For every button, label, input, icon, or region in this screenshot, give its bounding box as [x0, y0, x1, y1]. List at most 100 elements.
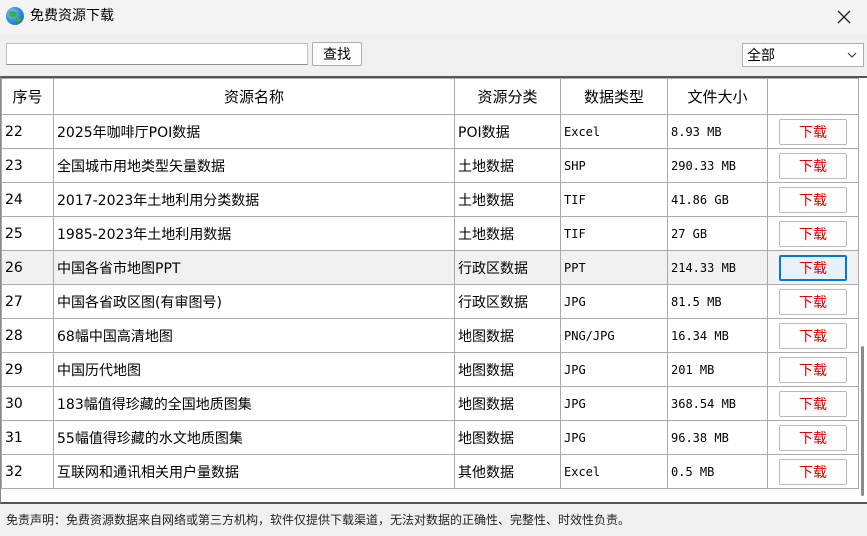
table-row[interactable]: 30 183幅值得珍藏的全国地质图集 地图数据 JPG 368.54 MB 下载	[1, 386, 859, 421]
cell-index: 28	[1, 318, 54, 353]
cell-data-type: TIF	[560, 182, 668, 217]
cell-name: 中国各省市地图PPT	[53, 250, 455, 285]
cell-category: 地图数据	[454, 318, 561, 353]
cell-index: 32	[1, 454, 54, 489]
header-data-type[interactable]: 数据类型	[560, 78, 668, 115]
cell-category: 土地数据	[454, 148, 561, 183]
cell-name: 183幅值得珍藏的全国地质图集	[53, 386, 455, 421]
table-row[interactable]: 27 中国各省政区图(有审图号) 行政区数据 JPG 81.5 MB 下载	[1, 284, 859, 319]
cell-action: 下载	[767, 148, 859, 183]
scrollbar-thumb[interactable]	[861, 346, 864, 496]
cell-file-size: 201 MB	[667, 352, 768, 387]
cell-file-size: 8.93 MB	[667, 114, 768, 149]
cell-action: 下载	[767, 386, 859, 421]
cell-category: POI数据	[454, 114, 561, 149]
cell-data-type: SHP	[560, 148, 668, 183]
cell-category: 地图数据	[454, 420, 561, 455]
cell-file-size: 214.33 MB	[667, 250, 768, 285]
download-button[interactable]: 下载	[779, 424, 847, 451]
cell-data-type: PPT	[560, 250, 668, 285]
cell-index: 29	[1, 352, 54, 387]
cell-action: 下载	[767, 284, 859, 319]
cell-action: 下载	[767, 182, 859, 217]
cell-file-size: 0.5 MB	[667, 454, 768, 489]
table-row[interactable]: 28 68幅中国高清地图 地图数据 PNG/JPG 16.34 MB 下载	[1, 318, 859, 353]
download-button[interactable]: 下载	[779, 254, 847, 281]
search-input[interactable]	[6, 43, 308, 65]
cell-data-type: JPG	[560, 352, 668, 387]
cell-index: 24	[1, 182, 54, 217]
cell-name: 全国城市用地类型矢量数据	[53, 148, 455, 183]
cell-name: 68幅中国高清地图	[53, 318, 455, 353]
cell-name: 2017-2023年土地利用分类数据	[53, 182, 455, 217]
cell-data-type: JPG	[560, 386, 668, 421]
cell-file-size: 41.86 GB	[667, 182, 768, 217]
cell-index: 30	[1, 386, 54, 421]
cell-index: 22	[1, 114, 54, 149]
download-button[interactable]: 下载	[779, 118, 847, 145]
table-row[interactable]: 24 2017-2023年土地利用分类数据 土地数据 TIF 41.86 GB 下载	[1, 182, 859, 217]
table-row[interactable]: 23 全国城市用地类型矢量数据 土地数据 SHP 290.33 MB 下载	[1, 148, 859, 183]
cell-file-size: 27 GB	[667, 216, 768, 251]
cell-data-type: JPG	[560, 420, 668, 455]
cell-action: 下载	[767, 352, 859, 387]
cell-name: 1985-2023年土地利用数据	[53, 216, 455, 251]
cell-category: 地图数据	[454, 386, 561, 421]
cell-file-size: 290.33 MB	[667, 148, 768, 183]
close-icon	[837, 10, 851, 24]
cell-index: 23	[1, 148, 54, 183]
table-row[interactable]: 29 中国历代地图 地图数据 JPG 201 MB 下载	[1, 352, 859, 387]
cell-name: 中国各省政区图(有审图号)	[53, 284, 455, 319]
resource-grid: 序号 资源名称 资源分类 数据类型 文件大小 22 2025年咖啡厅POI数据 PO…	[1, 78, 859, 489]
cell-action: 下载	[767, 114, 859, 149]
cell-index: 25	[1, 216, 54, 251]
download-button[interactable]: 下载	[779, 288, 847, 315]
globe-icon	[6, 7, 24, 25]
category-selected-value: 全部	[747, 48, 775, 64]
cell-action: 下载	[767, 216, 859, 251]
cell-file-size: 368.54 MB	[667, 386, 768, 421]
cell-file-size: 16.34 MB	[667, 318, 768, 353]
window-title: 免费资源下载	[30, 8, 114, 24]
download-button[interactable]: 下载	[779, 356, 847, 383]
category-select[interactable]: 全部	[742, 43, 864, 67]
cell-name: 中国历代地图	[53, 352, 455, 387]
cell-index: 27	[1, 284, 54, 319]
cell-name: 互联网和通讯相关用户量数据	[53, 454, 455, 489]
cell-category: 土地数据	[454, 216, 561, 251]
cell-action: 下载	[767, 454, 859, 489]
table-row[interactable]: 26 中国各省市地图PPT 行政区数据 PPT 214.33 MB 下载	[1, 250, 859, 285]
download-button[interactable]: 下载	[779, 322, 847, 349]
download-button[interactable]: 下载	[779, 152, 847, 179]
cell-index: 26	[1, 250, 54, 285]
table-row[interactable]: 22 2025年咖啡厅POI数据 POI数据 Excel 8.93 MB 下载	[1, 114, 859, 149]
cell-data-type: TIF	[560, 216, 668, 251]
table-row[interactable]: 32 互联网和通讯相关用户量数据 其他数据 Excel 0.5 MB 下载	[1, 454, 859, 489]
table-row[interactable]: 25 1985-2023年土地利用数据 土地数据 TIF 27 GB 下载	[1, 216, 859, 251]
table-row[interactable]: 31 55幅值得珍藏的水文地质图集 地图数据 JPG 96.38 MB 下载	[1, 420, 859, 455]
cell-action: 下载	[767, 420, 859, 455]
cell-category: 地图数据	[454, 352, 561, 387]
cell-data-type: Excel	[560, 114, 668, 149]
cell-name: 55幅值得珍藏的水文地质图集	[53, 420, 455, 455]
cell-file-size: 81.5 MB	[667, 284, 768, 319]
disclaimer-text: 免责声明：免费资源数据来自网络或第三方机构，软件仅提供下载渠道，无法对数据的正确…	[6, 513, 631, 527]
search-button[interactable]: 查找	[312, 42, 362, 66]
header-action	[767, 78, 859, 115]
download-button[interactable]: 下载	[779, 186, 847, 213]
download-button[interactable]: 下载	[779, 220, 847, 247]
header-category[interactable]: 资源分类	[454, 78, 561, 115]
download-button[interactable]: 下载	[779, 390, 847, 417]
chevron-down-icon	[847, 52, 857, 58]
cell-index: 31	[1, 420, 54, 455]
header-name[interactable]: 资源名称	[53, 78, 455, 115]
close-button[interactable]	[821, 0, 867, 34]
table-header-row: 序号 资源名称 资源分类 数据类型 文件大小	[1, 78, 859, 115]
cell-category: 行政区数据	[454, 284, 561, 319]
vertical-scrollbar[interactable]	[857, 78, 867, 502]
cell-data-type: PNG/JPG	[560, 318, 668, 353]
header-index[interactable]: 序号	[1, 78, 54, 115]
cell-category: 土地数据	[454, 182, 561, 217]
download-button[interactable]: 下载	[779, 458, 847, 485]
header-file-size[interactable]: 文件大小	[667, 78, 768, 115]
